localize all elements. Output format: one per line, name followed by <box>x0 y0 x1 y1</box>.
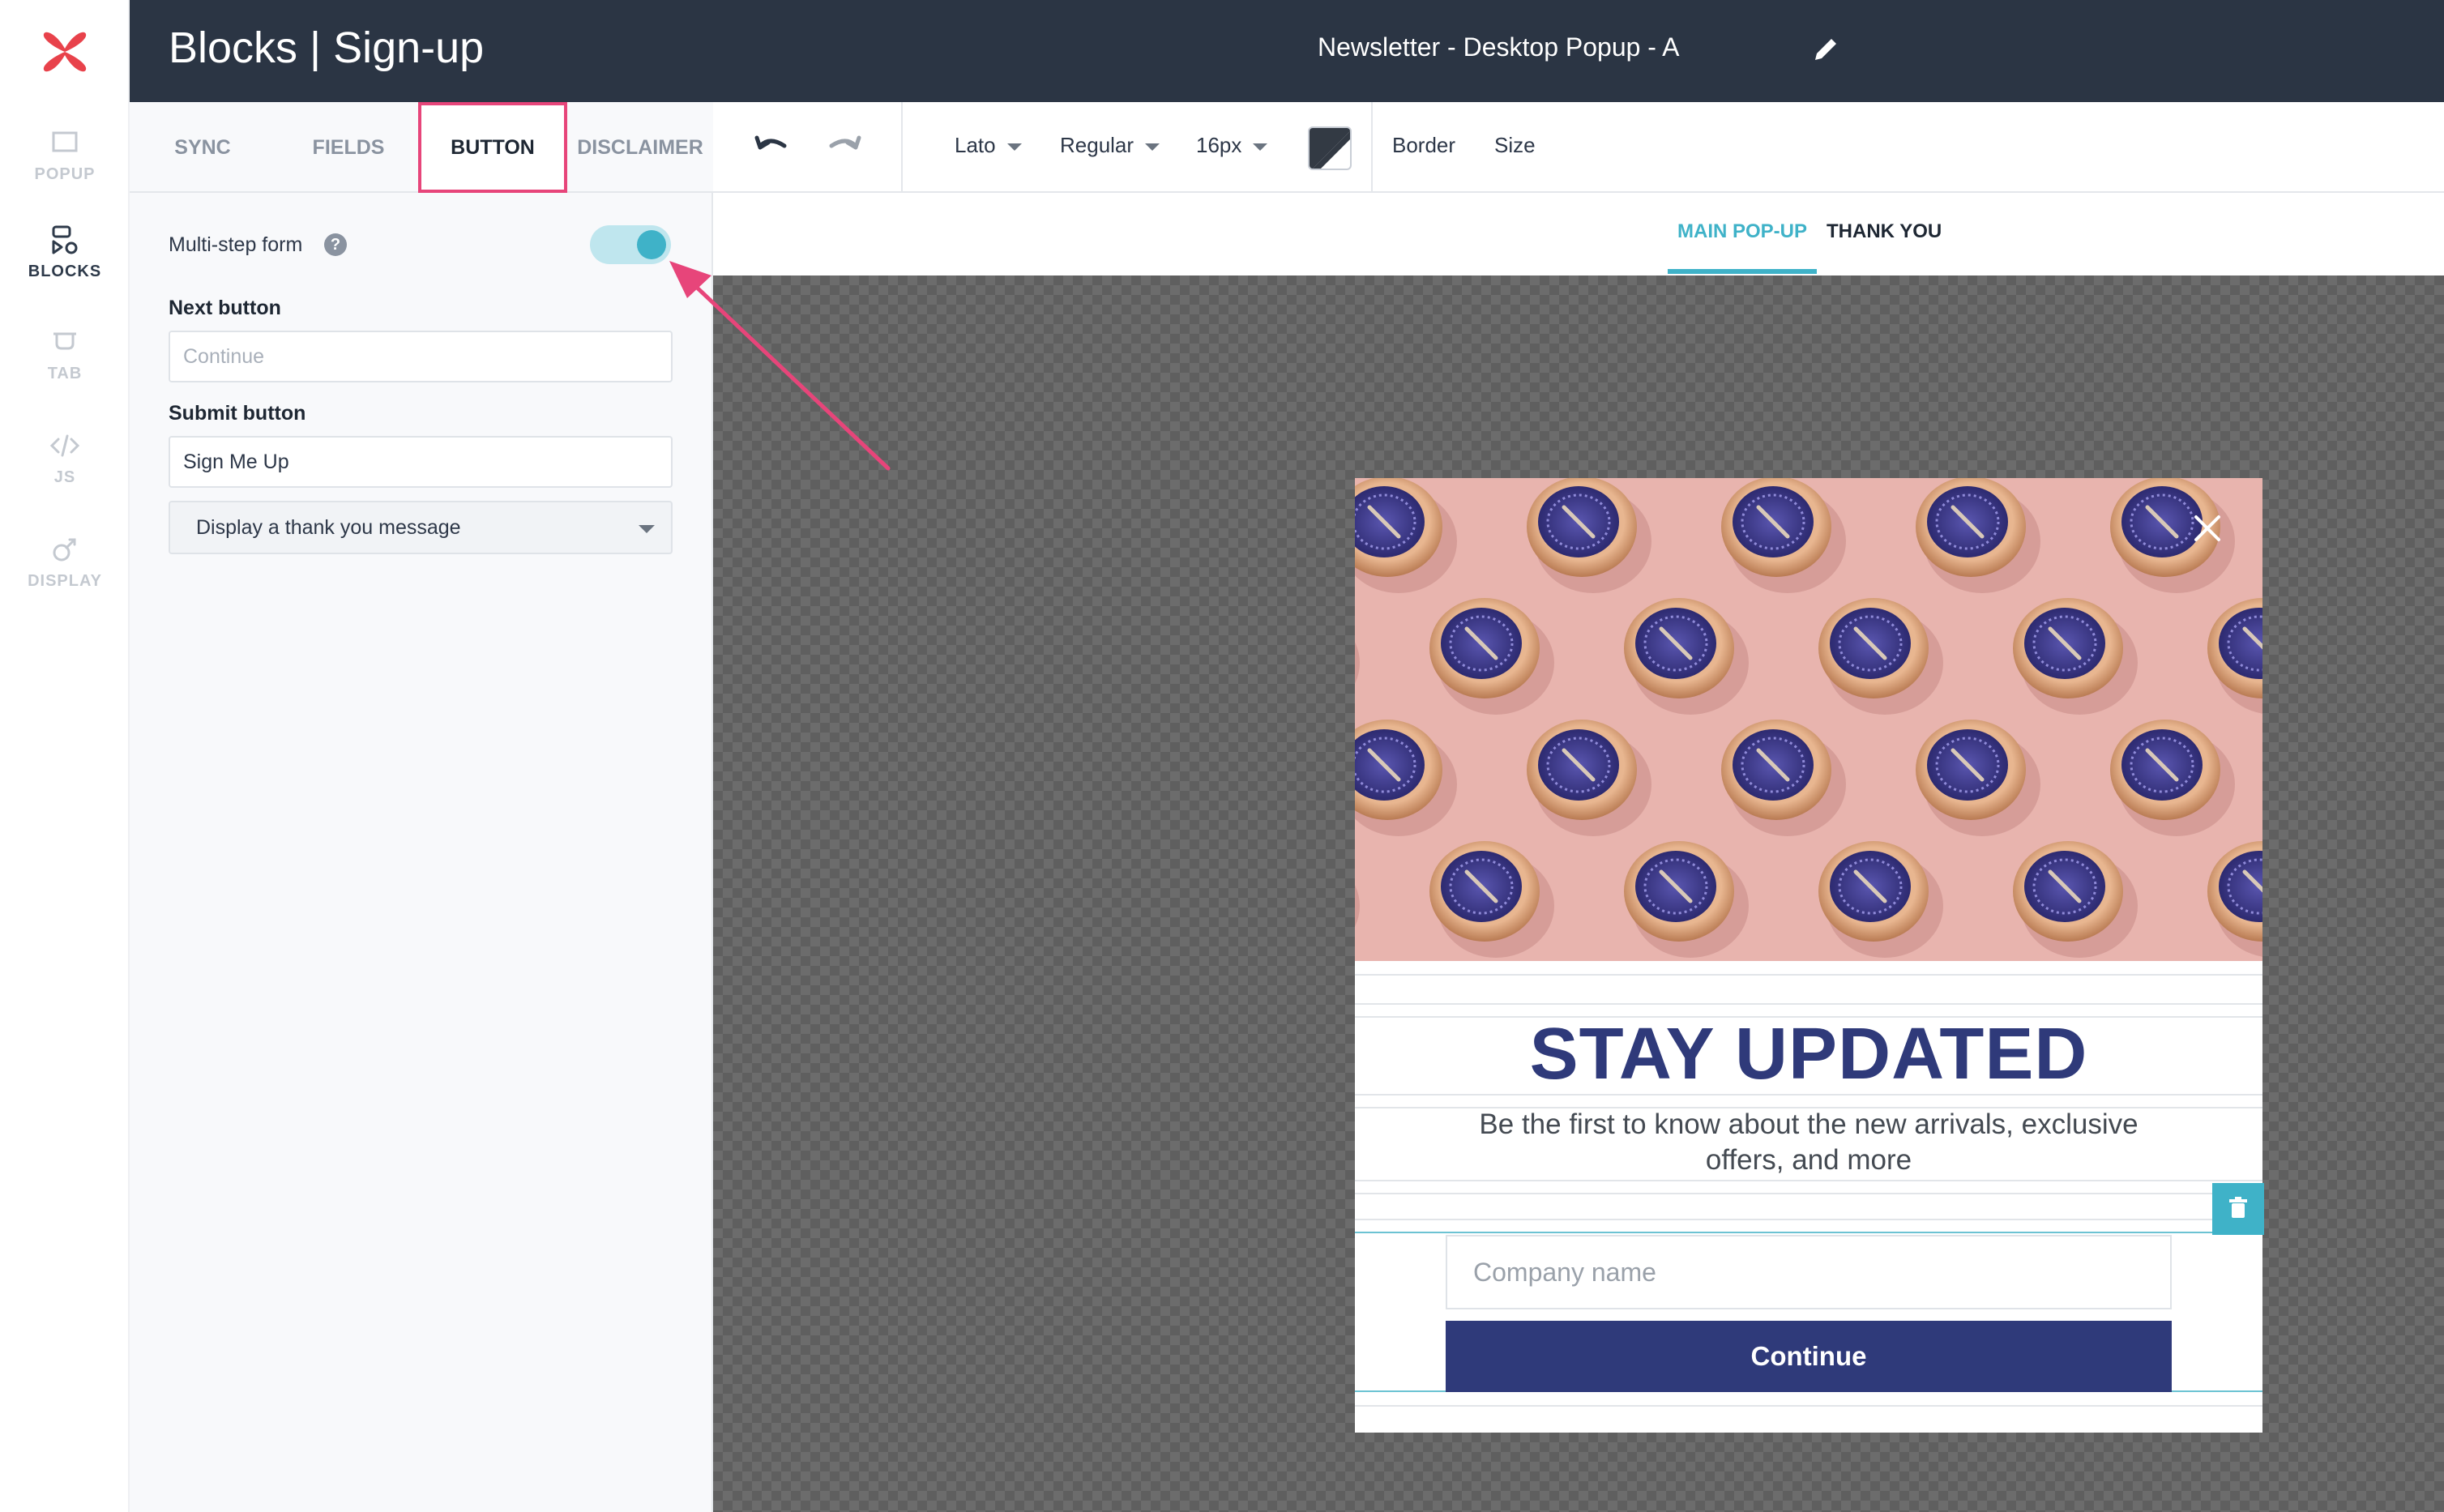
code-icon <box>49 434 80 457</box>
popup-preview: STAY UPDATED Be the first to know about … <box>1355 478 2264 1433</box>
block-guide-line <box>1355 1405 2262 1407</box>
rail-item-label: DISPLAY <box>28 572 102 590</box>
color-swatch-icon <box>1310 128 1350 169</box>
toggle-knob <box>637 230 666 259</box>
next-button-input[interactable] <box>169 331 673 382</box>
compass-pattern-image <box>1355 478 2262 961</box>
rail-item-label: TAB <box>47 365 83 382</box>
popup-icon <box>52 131 78 152</box>
tab-disclaimer[interactable]: DISCLAIMER <box>567 102 713 193</box>
page-title: Blocks | Sign-up <box>169 23 485 72</box>
rail-item-label: JS <box>53 468 76 486</box>
rail-item-tab[interactable]: TAB <box>0 326 130 383</box>
chevron-down-icon <box>1006 143 1022 151</box>
multistep-toggle[interactable] <box>590 225 671 264</box>
font-family-value: Lato <box>955 133 996 157</box>
block-guide-line <box>1355 1193 2262 1194</box>
chevron-down-icon <box>1253 143 1268 151</box>
size-button[interactable]: Size <box>1494 133 1536 158</box>
continue-button[interactable]: Continue <box>1446 1321 2172 1392</box>
trash-icon <box>2229 1197 2247 1218</box>
hero-image <box>1355 478 2262 961</box>
submit-button-input[interactable] <box>169 436 673 488</box>
block-guide-line <box>1355 1219 2262 1220</box>
rail-item-label: BLOCKS <box>28 263 102 280</box>
rail-item-blocks[interactable]: BLOCKS <box>0 224 130 281</box>
selected-block-outline-top <box>1355 1232 2262 1233</box>
view-tabs: MAIN POP-UP THANK YOU <box>713 193 2444 275</box>
toolbar-divider <box>901 102 903 193</box>
active-tab-underline <box>1668 269 1817 274</box>
close-icon[interactable] <box>2191 512 2224 545</box>
popup-subtitle: Be the first to know about the new arriv… <box>1479 1108 2138 1176</box>
panel-tabs: SYNC FIELDS BUTTON DISCLAIMER <box>130 102 713 193</box>
tab-button[interactable]: BUTTON <box>418 102 567 193</box>
tab-icon <box>53 332 76 350</box>
rail-item-label: POPUP <box>34 165 96 183</box>
blocks-icon <box>52 225 78 254</box>
app-logo-icon[interactable] <box>39 26 91 78</box>
font-weight-value: Regular <box>1060 133 1134 157</box>
tab-thank-you[interactable]: THANK YOU <box>1827 220 1942 243</box>
chevron-down-icon <box>1145 143 1160 151</box>
next-button-label: Next button <box>169 297 281 319</box>
settings-panel: SYNC FIELDS BUTTON DISCLAIMER Multi-step… <box>130 102 713 1512</box>
popup-title: STAY UPDATED <box>1529 1014 2088 1095</box>
rail-item-display[interactable]: DISPLAY <box>0 533 130 591</box>
popup-name[interactable]: Newsletter - Desktop Popup - A <box>1318 32 1679 62</box>
format-toolbar: Lato Regular 16px Border Size <box>713 102 2444 193</box>
edit-pencil-icon[interactable] <box>1812 34 1841 63</box>
tab-sync[interactable]: SYNC <box>130 102 276 193</box>
font-size-value: 16px <box>1196 133 1242 157</box>
multistep-label: Multi-step form <box>169 233 303 256</box>
tab-fields[interactable]: FIELDS <box>276 102 421 193</box>
left-rail: POPUP BLOCKS TAB JS DISPLAY <box>0 0 130 1512</box>
font-family-dropdown[interactable]: Lato <box>955 133 1022 158</box>
block-guide-line <box>1355 1003 2262 1005</box>
help-icon[interactable]: ? <box>324 233 347 256</box>
chevron-down-icon <box>639 525 655 533</box>
rail-item-popup[interactable]: POPUP <box>0 126 130 184</box>
block-guide-line <box>1355 974 2262 976</box>
tab-main-popup[interactable]: MAIN POP-UP <box>1677 220 1807 243</box>
submit-button-label: Submit button <box>169 402 306 425</box>
block-guide-line <box>1355 1180 2262 1181</box>
border-button[interactable]: Border <box>1392 133 1455 158</box>
company-name-input[interactable] <box>1446 1235 2172 1309</box>
rail-item-js[interactable]: JS <box>0 429 130 487</box>
delete-block-button[interactable] <box>2212 1183 2264 1235</box>
text-color-swatch[interactable] <box>1308 126 1352 170</box>
display-icon <box>53 538 76 562</box>
undo-icon[interactable] <box>754 130 791 162</box>
redo-icon[interactable] <box>825 130 862 162</box>
top-header: Blocks | Sign-up Newsletter - Desktop Po… <box>130 0 2444 102</box>
toolbar-divider <box>1371 102 1373 193</box>
after-submit-value: Display a thank you message <box>196 516 461 539</box>
font-size-dropdown[interactable]: 16px <box>1196 133 1268 158</box>
font-weight-dropdown[interactable]: Regular <box>1060 133 1160 158</box>
after-submit-select[interactable]: Display a thank you message <box>169 501 673 554</box>
